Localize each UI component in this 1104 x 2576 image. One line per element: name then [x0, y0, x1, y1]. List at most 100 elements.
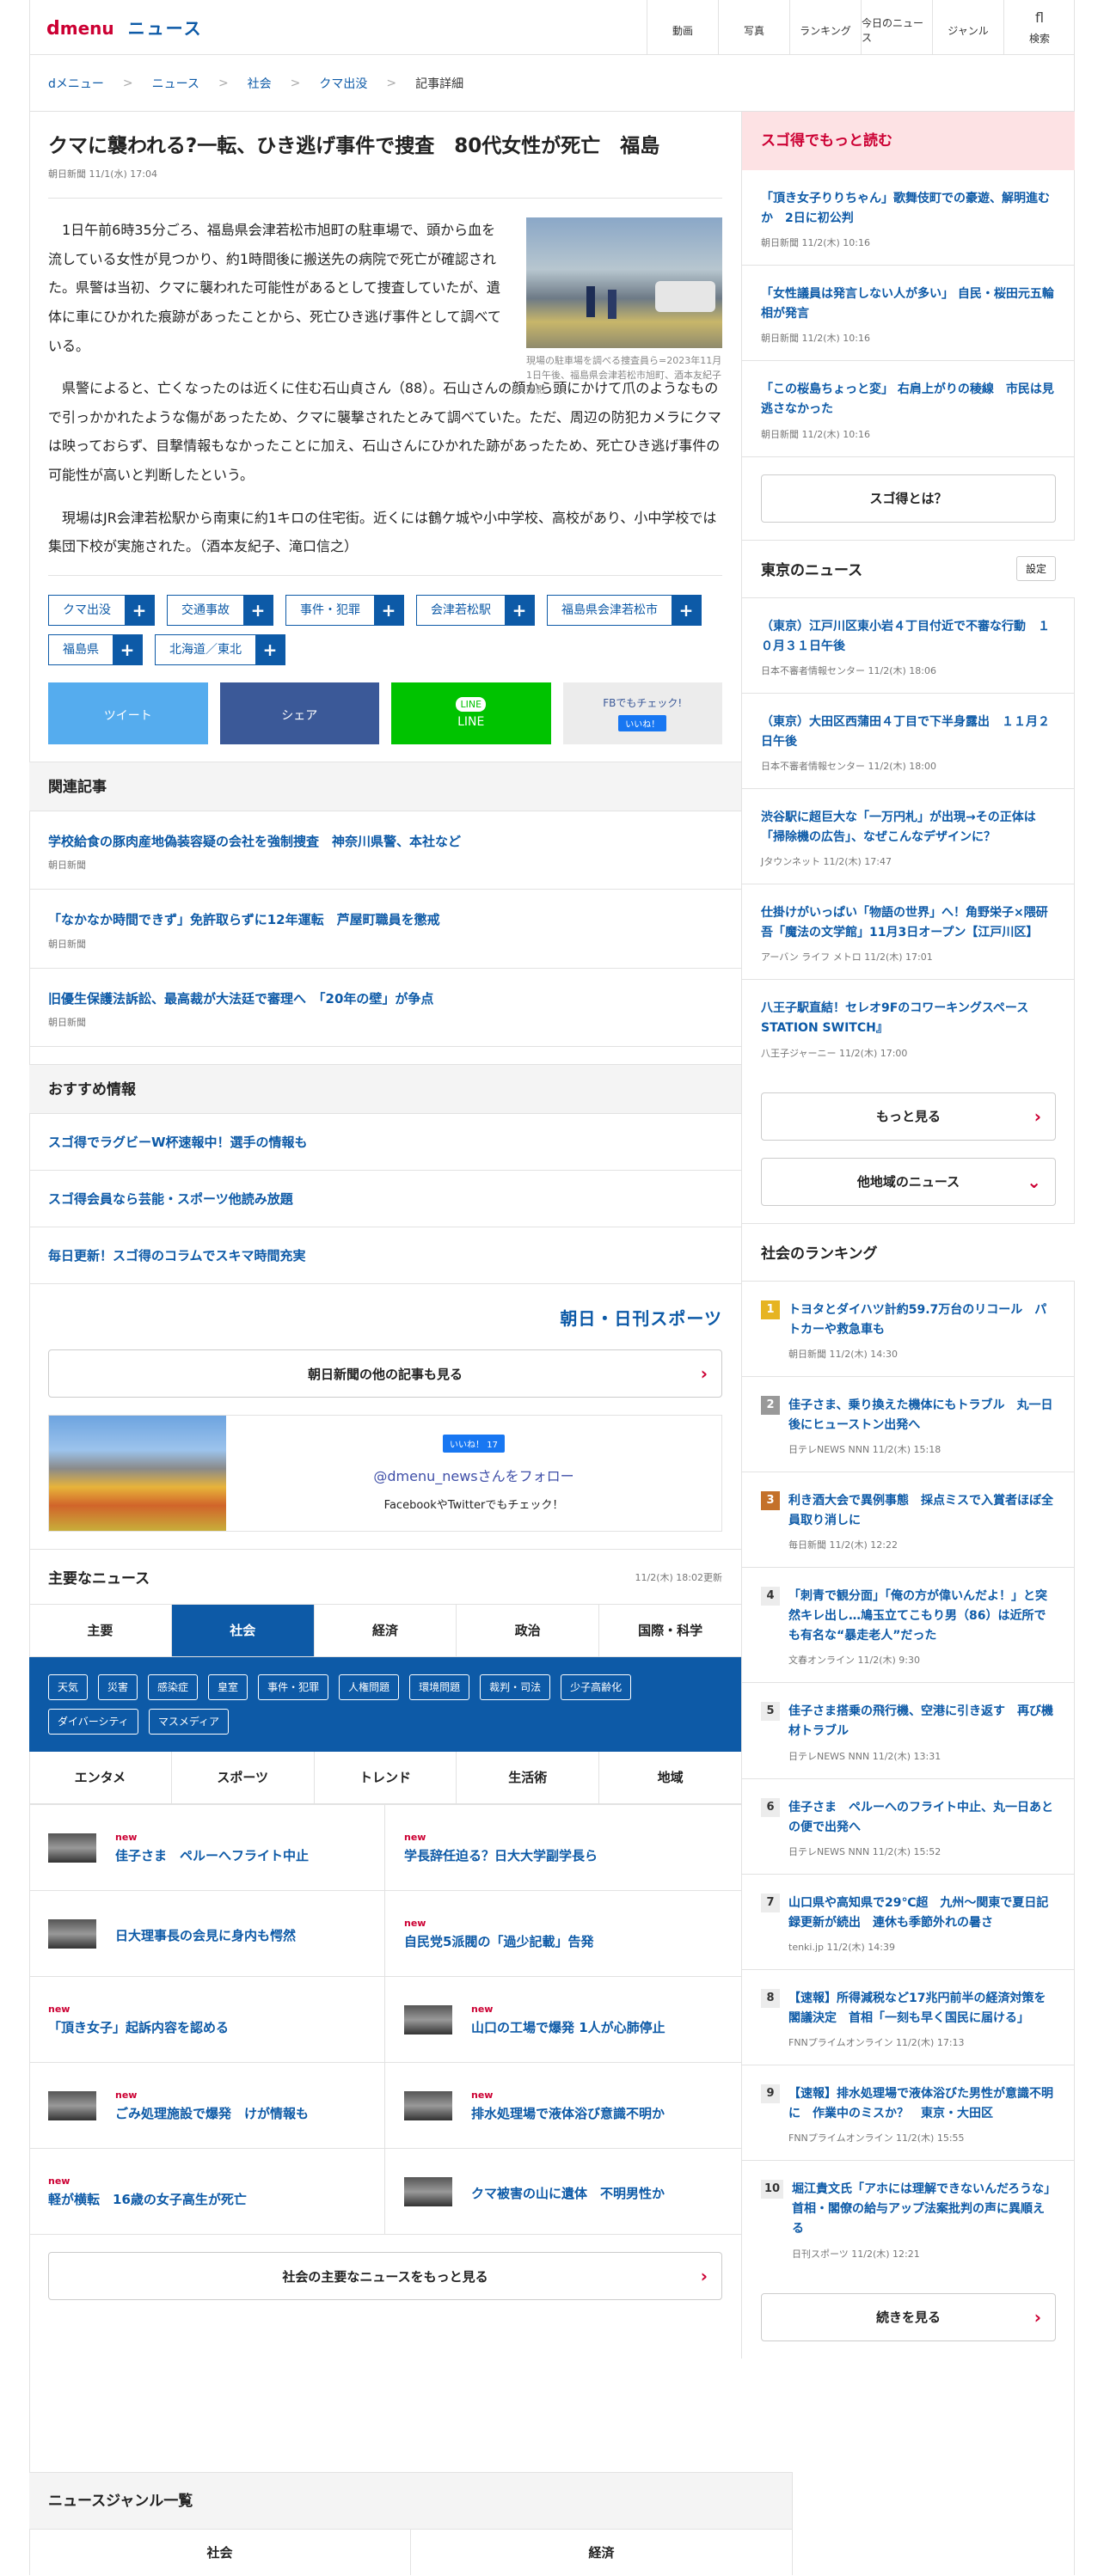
tokyo-news-item[interactable]: 仕掛けがいっぱい「物語の世界」へ！角野栄子×隈研吾「魔法の文学館」11月3日オー… — [742, 884, 1075, 981]
tab-sports[interactable]: スポーツ — [170, 1752, 314, 1804]
sub-tag[interactable]: 災害 — [98, 1674, 138, 1701]
more-society-news-button[interactable]: 社会の主要なニュースをもっと見る › — [48, 2252, 722, 2301]
plus-icon[interactable]: + — [125, 595, 154, 625]
ranking-item[interactable]: 9 【速報】排水処理場で液体浴びた男性が意識不明に 作業中のミスか？ 東京・大田区… — [742, 2065, 1075, 2162]
sub-tag[interactable]: ダイバーシティ — [48, 1709, 138, 1735]
what-is-sugotoku-button[interactable]: スゴ得とは？ — [761, 474, 1056, 523]
plus-icon[interactable]: + — [113, 634, 142, 664]
sub-tag[interactable]: 少子高齢化 — [561, 1674, 632, 1701]
recommend-item[interactable]: 毎日更新！スゴ得のコラムでスキマ時間充実 — [29, 1227, 741, 1285]
sub-tag[interactable]: 感染症 — [148, 1674, 199, 1701]
ranking-item[interactable]: 7 山口県や高知県で29℃超 九州～関東で夏日記録更新が続出 連休も季節外れの暑さ… — [742, 1875, 1075, 1970]
nav-genre[interactable]: ジャンル — [932, 0, 1003, 55]
fb-like-button[interactable]: いいね！ — [618, 714, 667, 731]
facebook-share-button[interactable]: シェア — [219, 682, 379, 744]
related-item[interactable]: 「なかなか時間できず」免許取らずに12年運転 芦屋町職員を懲戒 朝日新聞 — [29, 890, 741, 969]
sugotoku-item[interactable]: 「この桜島ちょっと変」 右肩上がりの稜線 市民は見逃さなかった 朝日新聞 11/2… — [742, 361, 1075, 457]
news-item[interactable]: new 自民党5派閥の「過少記載」告発 — [385, 1890, 741, 1976]
more-ranking-button[interactable]: 続きを見る › — [761, 2292, 1056, 2341]
crumb-society[interactable]: 社会 — [248, 75, 272, 92]
tab-international[interactable]: 国際・科学 — [598, 1605, 741, 1657]
sugotoku-item[interactable]: 「頂き女子りりちゃん」歌舞伎町での豪遊、解明進むか 2日に初公判 朝日新聞 11/… — [742, 170, 1075, 266]
sub-tag[interactable]: 皇室 — [208, 1674, 248, 1701]
plus-icon[interactable]: + — [374, 595, 403, 625]
related-item[interactable]: 学校給食の豚肉産地偽装容疑の会社を強制捜査 神奈川県警、本社など 朝日新聞 — [29, 811, 741, 890]
ranking-item[interactable]: 6 佳子さま ペルーへのフライト中止、丸一日あとの便で出発へ 日テレNEWS NNN… — [742, 1779, 1075, 1875]
sub-tag[interactable]: 環境問題 — [409, 1674, 470, 1701]
news-item[interactable]: new 排水処理場で液体浴び意識不明か — [385, 2062, 741, 2148]
tab-society[interactable]: 社会 — [170, 1605, 314, 1657]
more-tokyo-button[interactable]: もっと見る › — [761, 1092, 1056, 1141]
follow-link[interactable]: @dmenu_newsさんをフォロー — [373, 1465, 573, 1485]
line-share-button[interactable]: LINE LINE — [391, 682, 551, 744]
fb-like-count-button[interactable]: いいね！ 17 — [443, 1435, 505, 1453]
tab-region[interactable]: 地域 — [598, 1752, 741, 1804]
crumb-bear[interactable]: クマ出没 — [319, 75, 367, 92]
news-item[interactable]: 日大理事長の会見に身内も愕然 — [29, 1890, 385, 1977]
crumb-dmenu[interactable]: dメニュー — [48, 75, 104, 92]
sub-tag[interactable]: 天気 — [48, 1674, 89, 1701]
news-item[interactable]: new 山口の工場で爆発 1人が心肺停止 — [385, 1976, 741, 2062]
news-item[interactable]: new 「頂き女子」起訴内容を認める — [29, 1976, 385, 2063]
ranking-item[interactable]: 3 利き酒大会で異例事態 採点ミスで入賞者ほぼ全員取り消しに 毎日新聞 11/2(木… — [742, 1472, 1075, 1569]
tag-item[interactable]: 事件・犯罪 + — [285, 594, 404, 626]
plus-icon[interactable]: + — [255, 634, 285, 664]
nav-today[interactable]: 今日のニュース — [861, 0, 932, 55]
tab-entertainment[interactable]: エンタメ — [29, 1752, 171, 1803]
sub-tag[interactable]: マスメディア — [148, 1709, 229, 1735]
more-asahi-button[interactable]: 朝日新聞の他の記事も見る › — [48, 1349, 722, 1398]
ranking-item[interactable]: 2 佳子さま、乗り換えた機体にもトラブル 丸一日後にヒューストン出発へ 日テレNEW… — [742, 1377, 1075, 1472]
plus-icon[interactable]: + — [672, 595, 701, 625]
tab-politics[interactable]: 政治 — [456, 1605, 598, 1657]
sugotoku-item[interactable]: 「女性議員は発言しない人が多い」 自民・桜田元五輪相が発言 朝日新聞 11/2(木… — [742, 266, 1075, 362]
plus-icon[interactable]: + — [505, 595, 534, 625]
nav-ranking[interactable]: ランキング — [789, 0, 861, 55]
settings-button[interactable]: 設定 — [1015, 556, 1056, 582]
tag-item[interactable]: 北海道／東北 + — [155, 633, 285, 665]
genre-item[interactable]: 社会 — [29, 2530, 410, 2575]
ranking-item[interactable]: 1 トヨタとダイハツ計約59.7万台のリコール パトカーや救急車も 朝日新聞 11/… — [742, 1282, 1075, 1377]
news-item[interactable]: new 佳子さま ペルーへフライト中止 — [29, 1804, 385, 1891]
crumb-news[interactable]: ニュース — [152, 75, 199, 92]
tab-main[interactable]: 主要 — [29, 1605, 171, 1656]
genre-item[interactable]: 経済 — [410, 2530, 792, 2575]
ranking-item[interactable]: 5 佳子さま搭乗の飛行機、空港に引き返す 再び機材トラブル 日テレNEWS NNN … — [742, 1683, 1075, 1779]
news-item[interactable]: new 軽が横転 16歳の女子高生が死亡 — [29, 2148, 385, 2235]
news-item[interactable]: new ごみ処理施設で爆発 けが情報も — [29, 2062, 385, 2149]
ranking-item[interactable]: 10 堀江貴文氏「アホには理解できないんだろうな」首相・閣僚の給与アップ法案批判の… — [742, 2161, 1075, 2275]
news-item[interactable]: new 学長辞任迫る？日大大学副学長ら — [385, 1804, 741, 1890]
other-region-button[interactable]: 他地域のニュース ⌄ — [761, 1157, 1056, 1206]
tag-item[interactable]: 会津若松駅 + — [416, 594, 535, 626]
tag-item[interactable]: 福島県 + — [48, 633, 143, 665]
sub-tag[interactable]: 裁判・司法 — [480, 1674, 551, 1701]
ranking-item[interactable]: 8 【速報】所得減税など17兆円前半の経済対策を閣議決定 首相「一刻も早く国民に届… — [742, 1970, 1075, 2066]
article-photo[interactable]: 現場の駐車場を調べる捜査員ら=2023年11月1日午後、福島県会津若松市旭町、酒… — [526, 217, 722, 397]
tokyo-news-item[interactable]: 八王子駅直結！セレオ9FのコワーキングスペースSTATION SWITCH』 八王… — [742, 980, 1075, 1074]
asahi-nikkan-logo[interactable]: 朝日・日刊スポーツ — [560, 1305, 722, 1330]
recommend-item[interactable]: スゴ得でラグビーW杯速報中！選手の情報も — [29, 1114, 741, 1172]
tab-lifestyle[interactable]: 生活術 — [456, 1752, 598, 1804]
tokyo-news-item[interactable]: （東京）大田区西蒲田４丁目で下半身露出 １１月２日午後 日本不審者情報センター 1… — [742, 694, 1075, 789]
tag-list: クマ出没 + 交通事故 + 事件・犯罪 + 会津若松駅 + 福島県会津若松市 + 福島県 +… — [29, 576, 741, 665]
related-item[interactable]: 旧優生保護法訴訟、最高裁が大法廷で審理へ 「20年の壁」が争点 朝日新聞 — [29, 969, 741, 1048]
news-item[interactable]: クマ被害の山に遺体 不明男性か — [385, 2148, 741, 2234]
tweet-button[interactable]: ツイート — [48, 682, 208, 744]
main-column: クマに襲われる?一転、ひき逃げ事件で捜査 80代女性が死亡 福島 朝日新聞 11… — [29, 112, 741, 2301]
sub-tag[interactable]: 人権問題 — [339, 1674, 400, 1701]
nav-photo[interactable]: 写真 — [718, 0, 789, 55]
dmenu-logo[interactable]: d menu ニュース — [46, 15, 203, 40]
nav-video[interactable]: 動画 — [647, 0, 718, 55]
tag-item[interactable]: 福島県会津若松市 + — [547, 594, 702, 626]
tokyo-news-item[interactable]: （東京）江戸川区東小岩４丁目付近で不審な行動 １０月３１日午後 日本不審者情報セン… — [742, 598, 1075, 694]
tab-economy[interactable]: 経済 — [313, 1605, 457, 1657]
tab-trend[interactable]: トレンド — [313, 1752, 457, 1804]
tokyo-news-item[interactable]: 渋谷駅に超巨大な「一万円札」が出現→その正体は「掃除機の広告」、なぜこんなデザイ… — [742, 789, 1075, 885]
tag-item[interactable]: 交通事故 + — [167, 594, 273, 626]
sub-tag[interactable]: 事件・犯罪 — [258, 1674, 329, 1701]
nav-label: ランキング — [800, 24, 851, 37]
plus-icon[interactable]: + — [243, 595, 273, 625]
ranking-item[interactable]: 4 「刺青で観分面」「俺の方が偉いんだよ！」と突然キレ出し…鳩玉立てこもり男（86… — [742, 1568, 1075, 1684]
nav-search[interactable]: fl 検索 — [1003, 0, 1075, 55]
tag-item[interactable]: クマ出没 + — [48, 594, 155, 626]
recommend-item[interactable]: スゴ得会員なら芸能・スポーツ他読み放題 — [29, 1171, 741, 1228]
